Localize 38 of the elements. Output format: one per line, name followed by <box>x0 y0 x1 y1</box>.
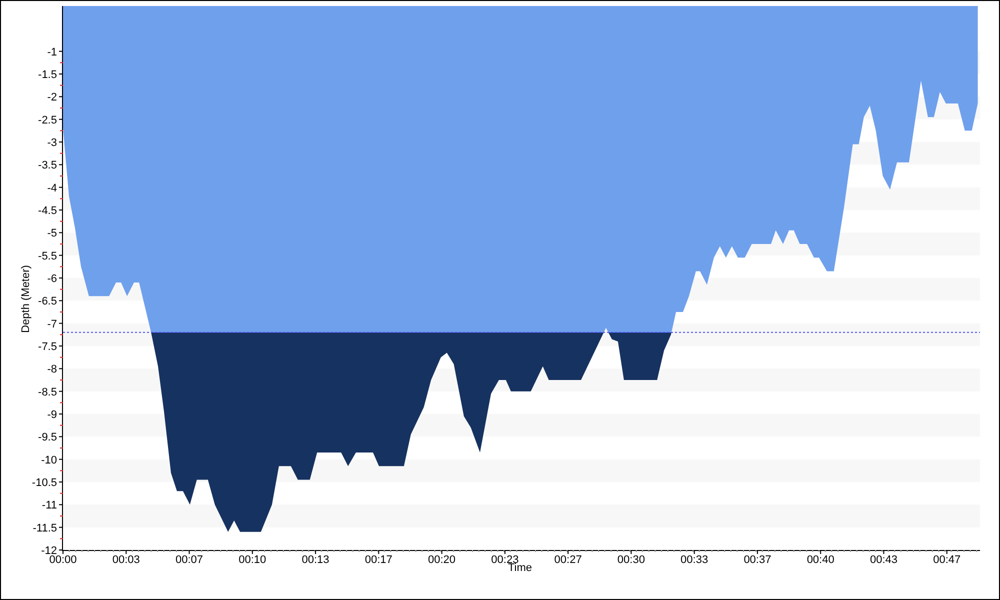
x-tick-label: 00:07 <box>176 554 204 566</box>
y-tick-label: -8 <box>47 364 57 376</box>
y-tick-label: -6.5 <box>38 296 57 308</box>
y-tick-label: -7.5 <box>38 341 57 353</box>
y-tick-label: -8.5 <box>38 386 57 398</box>
x-tick-label: 00:43 <box>870 554 898 566</box>
x-tick-label: 00:20 <box>428 554 456 566</box>
y-tick-label: -10 <box>41 454 57 466</box>
y-tick-label: -3.5 <box>38 160 57 172</box>
x-tick-label: 00:37 <box>744 554 772 566</box>
y-tick-label: -3 <box>47 137 57 149</box>
x-tick-label: 00:47 <box>933 554 961 566</box>
y-tick-label: -11.5 <box>32 522 57 534</box>
y-tick-label: -11 <box>42 500 57 512</box>
x-tick-label: 00:40 <box>806 554 834 566</box>
y-tick-label: -10.5 <box>32 477 57 489</box>
x-axis-title: Time <box>508 562 532 574</box>
y-tick-label: -5.5 <box>38 250 57 262</box>
y-axis-title: Depth (Meter) <box>20 265 32 333</box>
x-tick-label: 00:13 <box>302 554 330 566</box>
y-tick-label: -1 <box>47 46 57 58</box>
x-tick-label: 00:03 <box>112 554 140 566</box>
y-tick-label: -7 <box>47 318 57 330</box>
x-tick-label: 00:27 <box>554 554 582 566</box>
x-tick-label: 00:00 <box>49 554 77 566</box>
y-tick-label: -9.5 <box>38 432 57 444</box>
y-tick-label: -2 <box>47 92 57 104</box>
x-tick-label: 00:30 <box>617 554 645 566</box>
x-tick-label: 00:17 <box>364 554 392 566</box>
y-tick-label: -1.5 <box>38 69 57 81</box>
y-tick-label: -2.5 <box>38 114 57 126</box>
y-tick-label: -6 <box>47 273 57 285</box>
y-tick-label: -9 <box>47 409 57 421</box>
y-tick-label: -4.5 <box>38 205 57 217</box>
x-tick-label: 00:10 <box>238 554 266 566</box>
y-tick-label: -5 <box>47 228 57 240</box>
y-tick-label: -4 <box>47 182 57 194</box>
x-tick-label: 00:33 <box>680 554 708 566</box>
